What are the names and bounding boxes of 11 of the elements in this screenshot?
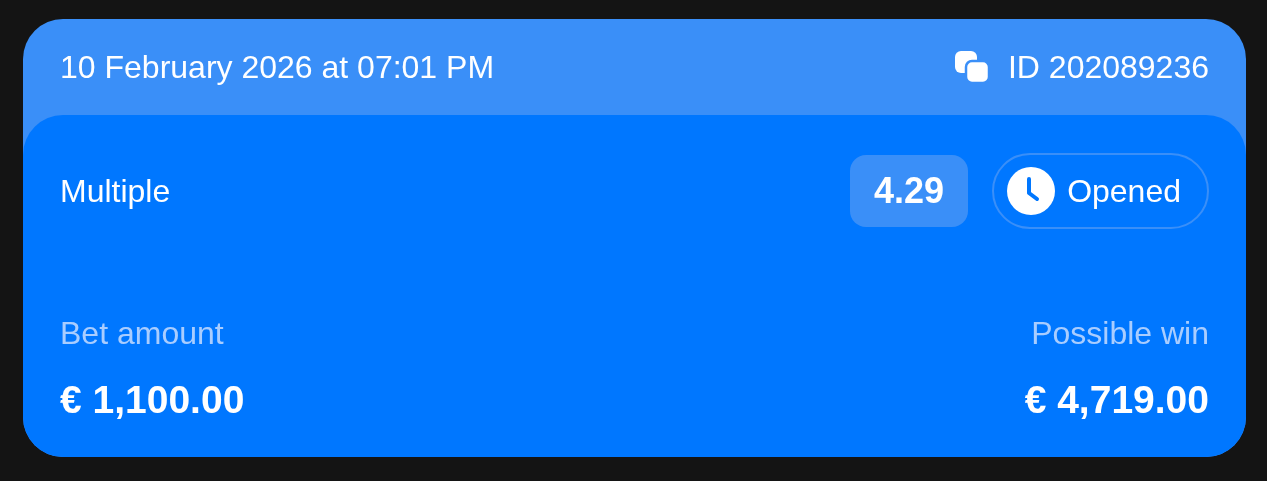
amount-label: Bet amount [60,314,224,353]
odds-badge: 4.29 [850,155,969,227]
copy-icon[interactable] [953,50,990,84]
clock-icon [1007,167,1056,215]
bet-type: Multiple [60,172,171,211]
amount-label: Possible win [1031,314,1209,353]
amount-value: € 1,100.00 [60,377,245,423]
bet-id: ID 202089236 [1007,48,1209,87]
status-badge: Opened [992,153,1209,229]
bet-date: 10 February 2026 at 07:01 PM [60,48,495,87]
amount-value: € 4,719.00 [1024,377,1209,423]
